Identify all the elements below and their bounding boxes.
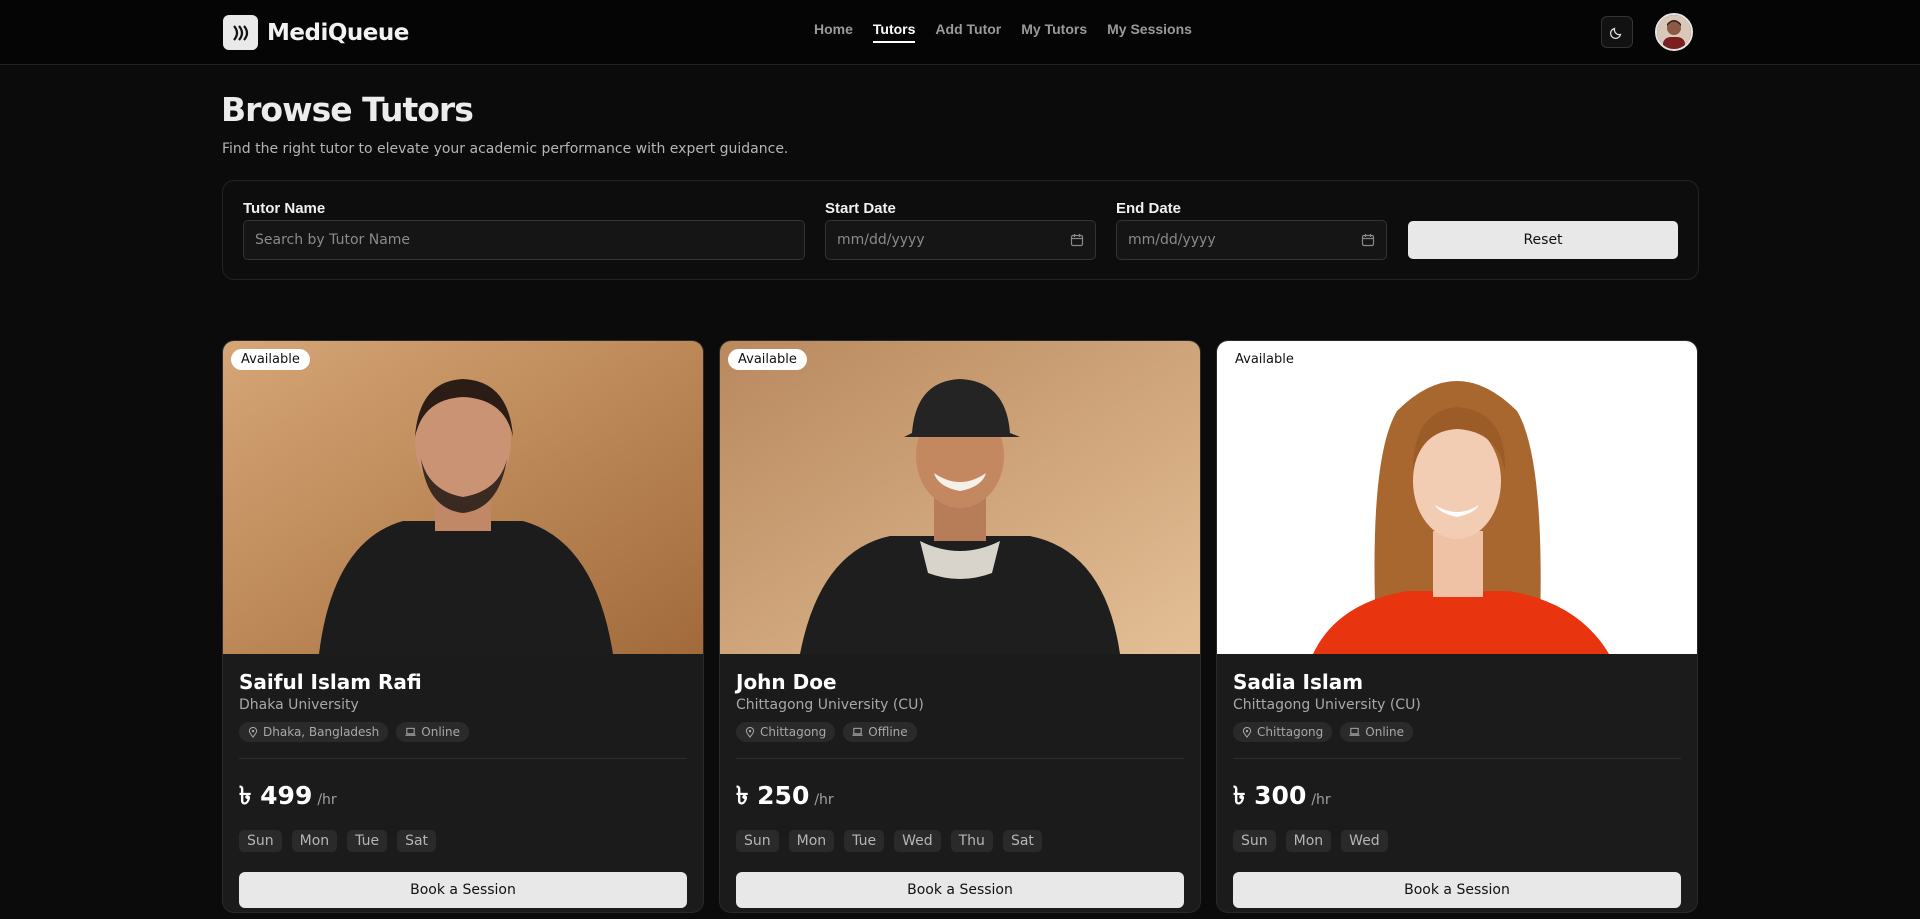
nav-add-tutor[interactable]: Add Tutor <box>935 21 1001 43</box>
top-navbar: MediQueue Home Tutors Add Tutor My Tutor… <box>0 0 1920 65</box>
location-text: Chittagong <box>1257 725 1324 739</box>
price-unit: /hr <box>317 792 337 808</box>
tutor-university: Chittagong University (CU) <box>736 697 924 713</box>
tutor-name-label: Tutor Name <box>243 200 326 217</box>
tutor-photo: Available <box>1217 341 1697 654</box>
day-chip: Wed <box>1341 830 1388 852</box>
tutor-card: Available Saiful Islam Rafi Dhaka Univer… <box>222 340 704 913</box>
available-days: Sun Mon Tue Wed Thu Sat <box>736 830 1184 852</box>
user-avatar[interactable] <box>1655 13 1693 51</box>
location-pin-icon <box>745 726 755 738</box>
laptop-icon <box>852 727 863 736</box>
mode-text: Online <box>1365 725 1404 739</box>
reset-button[interactable]: Reset <box>1408 221 1678 259</box>
filter-panel: Tutor Name Search by Tutor Name Start Da… <box>222 180 1699 280</box>
card-divider <box>1233 758 1681 759</box>
hourly-price: ৳ 300 <box>1233 781 1307 810</box>
price-unit: /hr <box>814 792 834 808</box>
available-days: Sun Mon Wed <box>1233 830 1681 852</box>
tutor-university: Chittagong University (CU) <box>1233 697 1421 713</box>
day-chip: Sat <box>1002 830 1042 852</box>
available-days: Sun Mon Tue Sat <box>239 830 687 852</box>
location-pin-icon <box>248 726 258 738</box>
page-title: Browse Tutors <box>221 90 474 129</box>
availability-badge: Available <box>231 349 310 370</box>
day-chip: Thu <box>950 830 993 852</box>
mode-chip: Online <box>1340 722 1413 742</box>
tutor-name: Sadia Islam <box>1233 670 1364 694</box>
end-date-label: End Date <box>1116 200 1182 217</box>
calendar-icon[interactable] <box>1361 233 1375 247</box>
price-unit: /hr <box>1311 792 1331 808</box>
logo-icon <box>223 15 258 50</box>
start-date-placeholder: mm/dd/yyyy <box>837 232 925 248</box>
day-chip: Tue <box>844 830 885 852</box>
brand-name: MediQueue <box>267 19 409 46</box>
mode-text: Offline <box>868 725 908 739</box>
availability-badge: Available <box>728 349 807 370</box>
day-chip: Sat <box>397 830 437 852</box>
tutor-photo: Available <box>223 341 703 654</box>
moon-icon <box>1610 27 1622 39</box>
tutor-grid: Available Saiful Islam Rafi Dhaka Univer… <box>222 340 1698 913</box>
end-date-placeholder: mm/dd/yyyy <box>1128 232 1216 248</box>
book-session-button[interactable]: Book a Session <box>239 872 687 908</box>
mode-chip: Offline <box>843 722 917 742</box>
card-divider <box>239 758 687 759</box>
nav-tutors[interactable]: Tutors <box>872 21 916 43</box>
theme-toggle-button[interactable] <box>1601 16 1633 48</box>
day-chip: Mon <box>1285 830 1332 852</box>
hourly-price: ৳ 250 <box>736 781 810 810</box>
book-session-button[interactable]: Book a Session <box>736 872 1184 908</box>
nav-my-sessions[interactable]: My Sessions <box>1107 21 1192 43</box>
brand-logo[interactable]: MediQueue <box>223 15 409 50</box>
page-subtitle: Find the right tutor to elevate your aca… <box>222 141 789 157</box>
card-divider <box>736 758 1184 759</box>
location-chip: Chittagong <box>1233 722 1333 742</box>
location-chip: Dhaka, Bangladesh <box>239 722 389 742</box>
tutor-name-input[interactable]: Search by Tutor Name <box>243 220 805 260</box>
start-date-input[interactable]: mm/dd/yyyy <box>825 220 1096 260</box>
tutor-name: John Doe <box>736 670 837 694</box>
tutor-photo: Available <box>720 341 1200 654</box>
laptop-icon <box>1349 727 1360 736</box>
day-chip: Sun <box>736 830 779 852</box>
mode-chip: Online <box>396 722 469 742</box>
book-session-button[interactable]: Book a Session <box>1233 872 1681 908</box>
nav-home[interactable]: Home <box>814 21 853 43</box>
calendar-icon[interactable] <box>1070 233 1084 247</box>
mode-text: Online <box>421 725 460 739</box>
day-chip: Tue <box>347 830 388 852</box>
day-chip: Mon <box>291 830 338 852</box>
day-chip: Wed <box>894 830 941 852</box>
laptop-icon <box>405 727 416 736</box>
availability-badge: Available <box>1225 349 1304 370</box>
tutor-name-placeholder: Search by Tutor Name <box>255 232 411 248</box>
day-chip: Sun <box>1233 830 1276 852</box>
location-text: Chittagong <box>760 725 827 739</box>
hourly-price: ৳ 499 <box>239 781 313 810</box>
tutor-name: Saiful Islam Rafi <box>239 670 422 694</box>
location-text: Dhaka, Bangladesh <box>263 725 380 739</box>
location-chip: Chittagong <box>736 722 836 742</box>
location-pin-icon <box>1242 726 1252 738</box>
end-date-input[interactable]: mm/dd/yyyy <box>1116 220 1387 260</box>
tutor-card: Available John Doe Chittagong University… <box>719 340 1201 913</box>
day-chip: Mon <box>788 830 835 852</box>
start-date-label: Start Date <box>825 200 896 217</box>
nav-my-tutors[interactable]: My Tutors <box>1021 21 1087 43</box>
day-chip: Sun <box>239 830 282 852</box>
main-nav: Home Tutors Add Tutor My Tutors My Sessi… <box>814 21 1192 43</box>
tutor-university: Dhaka University <box>239 697 359 713</box>
tutor-card: Available Sadia Islam Chittagong Univers… <box>1216 340 1698 913</box>
